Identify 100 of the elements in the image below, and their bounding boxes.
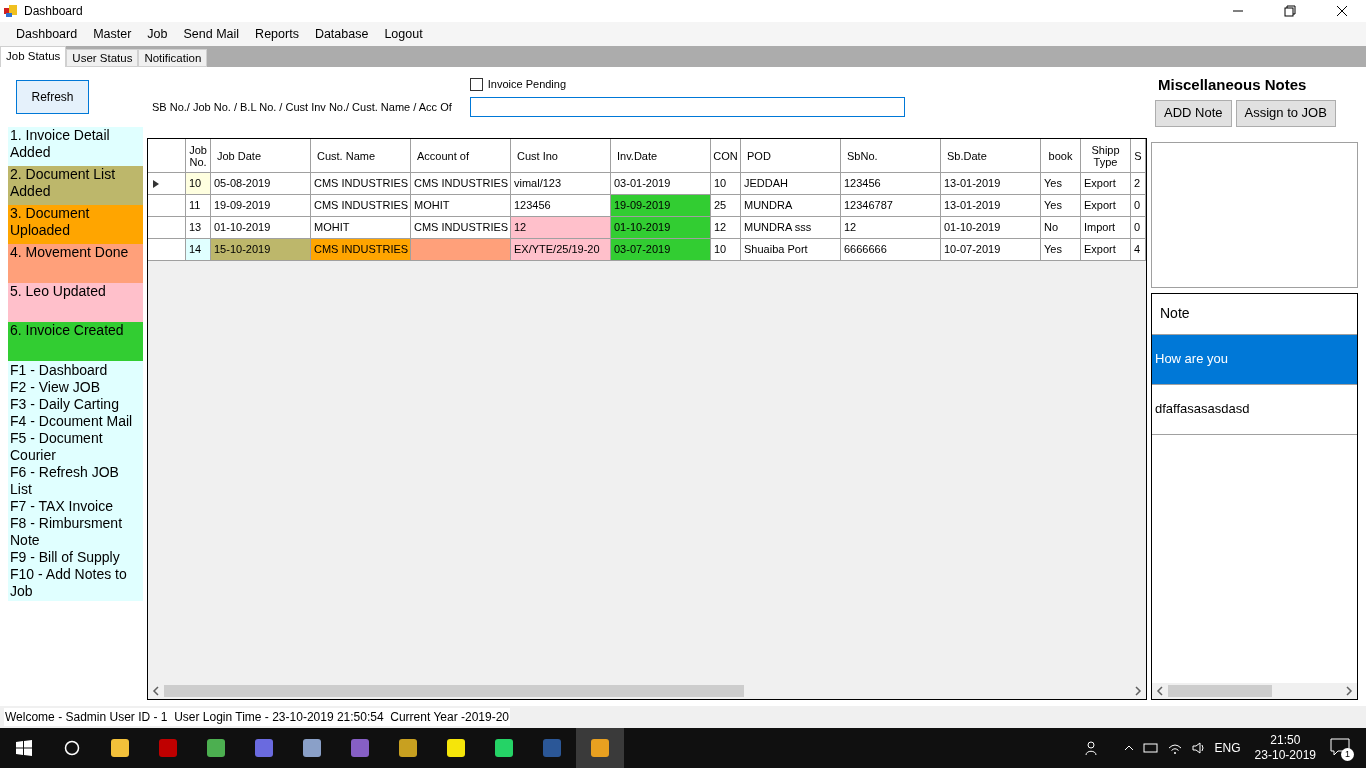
shortcut-text: F10 - Add Notes to Job bbox=[10, 566, 128, 600]
table-cell: 12 bbox=[711, 217, 741, 239]
note-textarea[interactable] bbox=[1151, 141, 1358, 288]
tab[interactable]: User Status bbox=[66, 49, 139, 67]
table-cell: CMS INDUSTRIES bbox=[411, 217, 511, 239]
table-cell: No bbox=[1041, 217, 1081, 239]
app-icon[interactable] bbox=[301, 737, 323, 759]
row-header-cell[interactable] bbox=[148, 173, 186, 195]
table-cell: MOHIT bbox=[311, 217, 411, 239]
table-cell: 01-10-2019 bbox=[211, 217, 311, 239]
checkbox[interactable] bbox=[469, 77, 483, 91]
table-cell: 14 bbox=[186, 239, 211, 261]
menu-item[interactable]: Database bbox=[306, 24, 377, 44]
menu-item[interactable]: Master bbox=[85, 24, 140, 44]
notes-button[interactable]: Assign to JOB bbox=[1235, 99, 1336, 127]
legend-item: 1. Invoice Detail Added bbox=[8, 127, 143, 166]
app-icon[interactable] bbox=[157, 737, 179, 759]
table-cell: Export bbox=[1081, 239, 1131, 261]
table-cell: 03-01-2019 bbox=[611, 173, 711, 195]
table-cell: EX/YTE/25/19-20 bbox=[511, 239, 611, 261]
close-icon[interactable] bbox=[1336, 5, 1348, 17]
shortcut-text: F8 - Rimbursment Note bbox=[10, 515, 124, 549]
shortcut-text: F1 - Dashboard bbox=[10, 362, 109, 379]
shortcut-text: F6 - Refresh JOB List bbox=[10, 464, 120, 498]
list-header: Note bbox=[1152, 293, 1357, 335]
clock[interactable]: 21:50 23-10-2019 bbox=[1254, 733, 1316, 763]
table-cell: 13-01-2019 bbox=[941, 195, 1041, 217]
table-cell: Export bbox=[1081, 173, 1131, 195]
search-field[interactable] bbox=[469, 96, 905, 117]
legend-item: 6. Invoice Created bbox=[8, 322, 143, 361]
table-cell: 123456 bbox=[511, 195, 611, 217]
table-cell: 12 bbox=[511, 217, 611, 239]
notes-scrollbar[interactable] bbox=[1152, 683, 1357, 699]
table-cell: 2 bbox=[1131, 173, 1146, 195]
app-icon[interactable] bbox=[349, 737, 371, 759]
table-cell: 25 bbox=[711, 195, 741, 217]
menu-item[interactable]: Send Mail bbox=[175, 24, 248, 44]
table-cell: 123456 bbox=[841, 173, 941, 195]
tab[interactable]: Notification bbox=[138, 49, 208, 67]
volume-icon[interactable] bbox=[1190, 741, 1207, 755]
table-cell: 11 bbox=[186, 195, 211, 217]
refresh-button[interactable]: Refresh bbox=[16, 80, 89, 114]
table-cell: 0 bbox=[1131, 217, 1146, 239]
table-cell: CMS INDUSTRIES bbox=[411, 173, 511, 195]
wifi-icon[interactable] bbox=[1166, 741, 1183, 755]
table-cell: 10-07-2019 bbox=[941, 239, 1041, 261]
table-cell: 10 bbox=[711, 173, 741, 195]
table-cell: 4 bbox=[1131, 239, 1146, 261]
row-header-cell[interactable] bbox=[148, 239, 186, 261]
search-icon[interactable] bbox=[64, 740, 80, 756]
table-cell: Shuaiba Port bbox=[741, 239, 841, 261]
row-pointer-icon bbox=[152, 178, 160, 189]
table-cell: CMS INDUSTRIES bbox=[311, 173, 411, 195]
table-cell: MOHIT bbox=[411, 195, 511, 217]
note-item[interactable]: How are you bbox=[1152, 334, 1357, 385]
tab[interactable]: Job Status bbox=[0, 46, 67, 67]
table-cell: 01-10-2019 bbox=[941, 217, 1041, 239]
app-logo-icon bbox=[4, 4, 18, 18]
status-text: Welcome - Sadmin User ID - 1 User Login Time - 23-10-2019 21:50:54 Current Year -2019-20 bbox=[4, 708, 511, 726]
table-cell: 6666666 bbox=[841, 239, 941, 261]
table-cell: Import bbox=[1081, 217, 1131, 239]
row-header-cell[interactable] bbox=[148, 217, 186, 239]
restore-icon[interactable] bbox=[1284, 5, 1296, 17]
corner-header-cell[interactable] bbox=[148, 139, 186, 173]
notes-button[interactable]: ADD Note bbox=[1155, 99, 1232, 127]
table-cell: 01-10-2019 bbox=[611, 217, 711, 239]
menu-item[interactable]: Dashboard bbox=[8, 24, 86, 44]
notification-badge: 1 bbox=[1341, 748, 1354, 761]
table-cell: Yes bbox=[1041, 173, 1081, 195]
legend-item: 2. Document List Added bbox=[8, 166, 143, 205]
language-indicator[interactable]: ENG bbox=[1214, 739, 1241, 757]
table-cell: Yes bbox=[1041, 239, 1081, 261]
menu-item[interactable]: Job bbox=[139, 24, 176, 44]
notification-icon[interactable] bbox=[1330, 738, 1350, 756]
table-cell: 13 bbox=[186, 217, 211, 239]
search-label: SB No./ Job No. / B.L No. / Cust Inv No./ Cust. Name / Acc Of bbox=[152, 100, 452, 115]
notes-title: Miscellaneous Notes bbox=[1158, 75, 1308, 95]
table-cell: 10 bbox=[186, 173, 211, 195]
table-cell: Export bbox=[1081, 195, 1131, 217]
shortcut-text: F3 - Daily Carting bbox=[10, 396, 120, 413]
table-cell: vimal/123 bbox=[511, 173, 611, 195]
row-header-cell[interactable] bbox=[148, 195, 186, 217]
menu-item[interactable]: Logout bbox=[376, 24, 431, 44]
table-cell: 03-07-2019 bbox=[611, 239, 711, 261]
table-cell: 12 bbox=[841, 217, 941, 239]
checkbox-label: Invoice Pending bbox=[487, 77, 567, 92]
table-cell: 13-01-2019 bbox=[941, 173, 1041, 195]
table-cell: CMS INDUSTRIES bbox=[311, 239, 411, 261]
legend-item: 4. Movement Done bbox=[8, 244, 143, 283]
shortcut-text: F7 - TAX Invoice bbox=[10, 498, 114, 515]
shortcut-text: F5 - Document Courier bbox=[10, 430, 104, 464]
app-icon[interactable] bbox=[589, 737, 611, 759]
shortcut-text: F9 - Bill of Supply bbox=[10, 549, 121, 566]
menu-item[interactable]: Reports bbox=[247, 24, 307, 44]
table-cell: 05-08-2019 bbox=[211, 173, 311, 195]
table-cell: 12346787 bbox=[841, 195, 941, 217]
windows-start-icon[interactable] bbox=[16, 740, 32, 756]
battery-icon[interactable] bbox=[1142, 742, 1159, 754]
table-cell: 10 bbox=[711, 239, 741, 261]
table-cell: 15-10-2019 bbox=[211, 239, 311, 261]
